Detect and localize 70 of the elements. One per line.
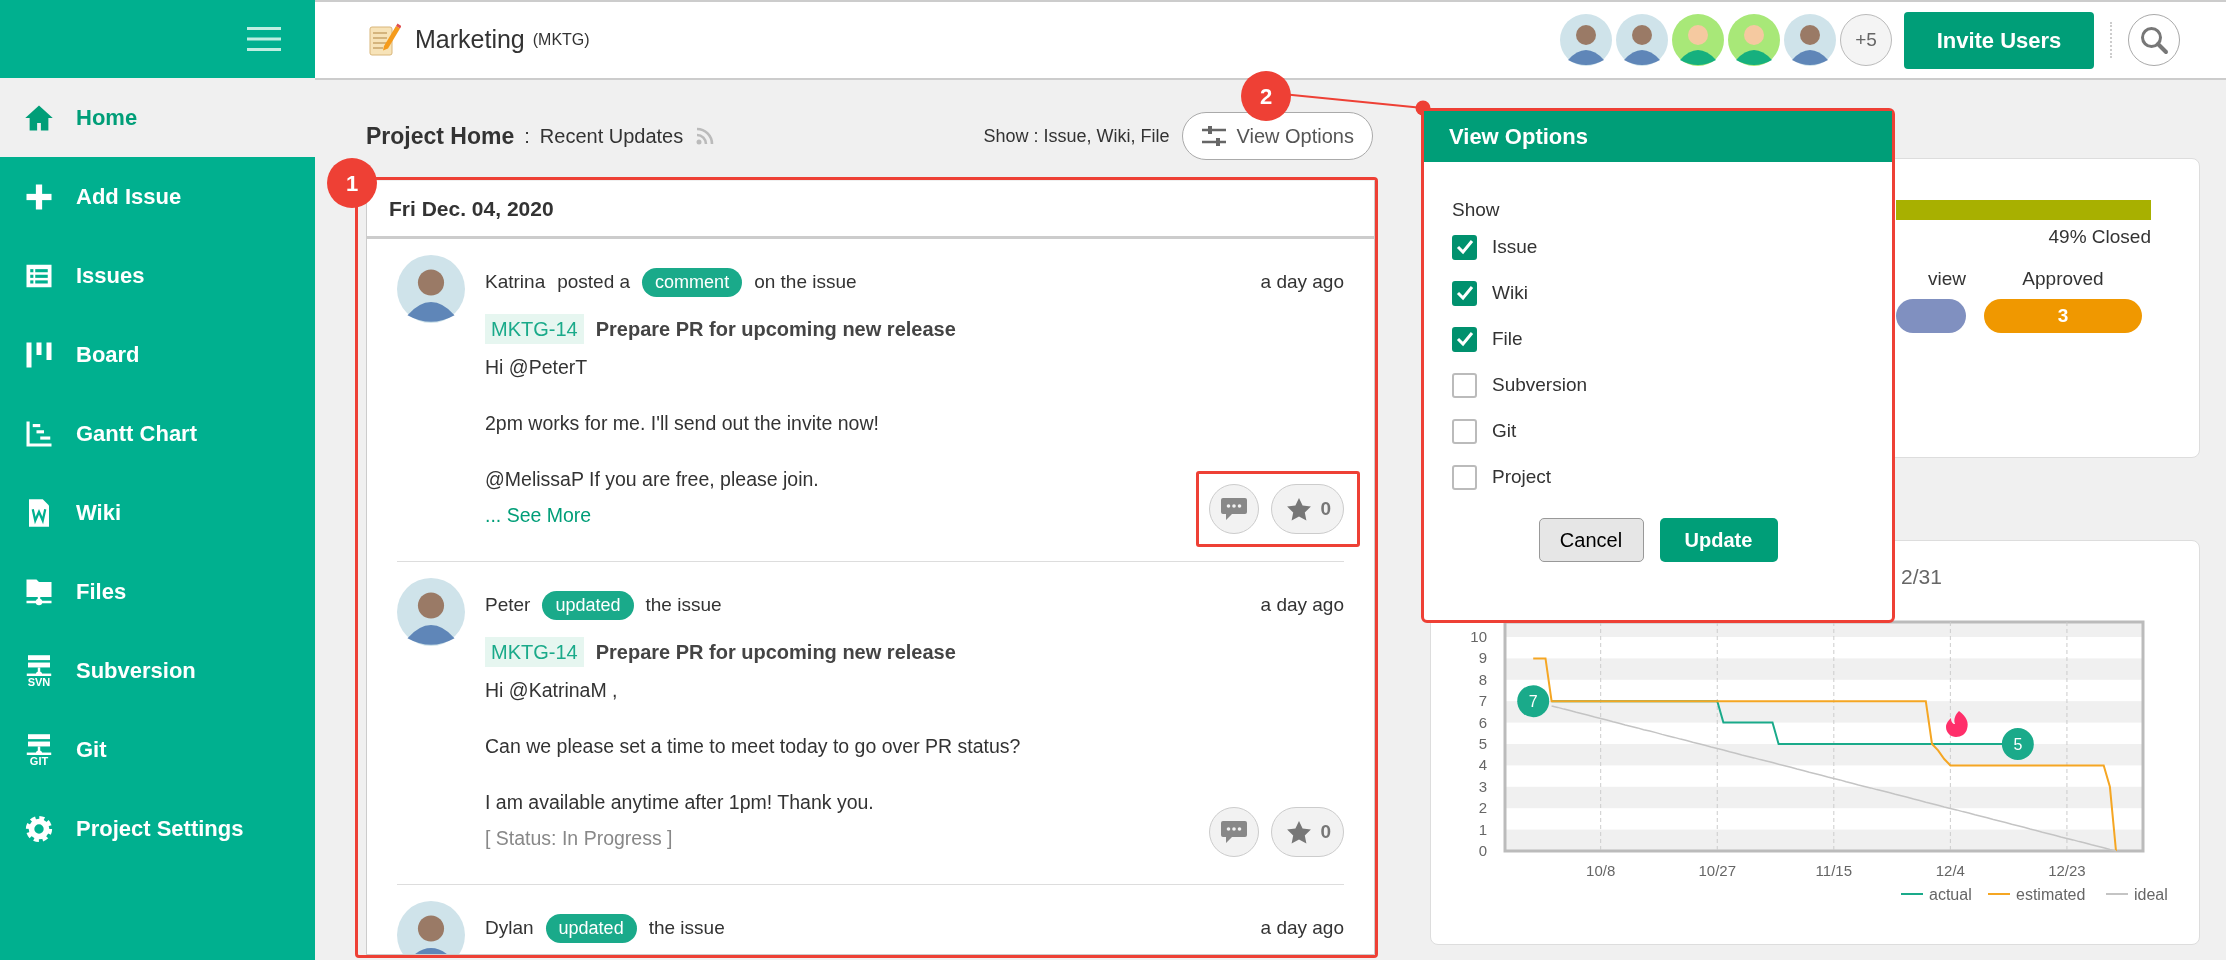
progress-label: 49% Closed	[2047, 225, 2151, 249]
status-label: view	[1927, 267, 1966, 291]
checkbox-label: Subversion	[1492, 372, 1588, 397]
filter-summary: Show : Issue, Wiki, File	[983, 124, 1170, 148]
checkbox-label: Git	[1492, 418, 1517, 443]
author-name: Katrina	[485, 269, 546, 294]
legend-label: estimated	[2016, 886, 2086, 903]
legend-item: ideal	[2105, 886, 2168, 903]
status-label: Approved	[2021, 267, 2105, 291]
checkbox-label: Issue	[1492, 234, 1538, 259]
comment-text: Hi @PeterT	[485, 355, 589, 380]
axis-label: 2	[1478, 799, 1487, 817]
axis-label: 12/4	[1935, 862, 1965, 879]
axis-label: 12/23	[2048, 862, 2086, 879]
timestamp: a day ago	[1260, 592, 1344, 617]
author-name: Peter	[485, 592, 531, 617]
issue-title: Prepare PR for upcoming new release	[595, 317, 956, 342]
author-name: Dylan	[485, 915, 534, 940]
activity-tag: updated	[542, 590, 634, 620]
checkbox-label: Wiki	[1492, 280, 1528, 305]
status-text: [ Status: In Progress ]	[485, 826, 674, 851]
activity-tag: updated	[545, 913, 637, 943]
axis-label: 4	[1478, 756, 1487, 774]
axis-label: 5	[1478, 735, 1487, 752]
axis-label: 0	[1478, 842, 1487, 859]
activity-text: on the issue	[754, 269, 857, 294]
project-key: (MKTG)	[532, 28, 590, 52]
legend-label: ideal	[2134, 886, 2168, 903]
axis-label: 7	[1478, 692, 1487, 710]
status-pill: 3	[1984, 299, 2142, 333]
icon-caption: SVN	[27, 676, 51, 688]
axis-label: 8	[1478, 670, 1487, 688]
axis-label: 9	[1478, 649, 1487, 667]
value-marker: 5	[2001, 728, 2034, 760]
page-subtitle: Recent Updates	[539, 124, 684, 149]
annotation: 7	[1528, 693, 1538, 711]
project-name: Marketing	[415, 24, 525, 56]
title-separator: :	[524, 124, 530, 149]
annotation-badge: 1	[327, 158, 377, 208]
value-marker: 7	[1517, 685, 1550, 718]
comment-text: 2pm works for me. I'll send out the invite now!	[485, 411, 880, 436]
axis-label: 10/27	[1698, 862, 1737, 879]
activity-text: posted a	[557, 269, 631, 294]
axis-label: 10/8	[1586, 862, 1616, 879]
axis-label: 1	[1478, 820, 1487, 838]
comment-text: Can we please set a time to meet today to go over PR status?	[485, 734, 1022, 759]
page-title: Project Home	[366, 121, 515, 151]
comment-text: I am available anytime after 1pm! Thank you.	[485, 790, 875, 815]
comment-text: @MelissaP If you are free, please join.	[485, 467, 820, 492]
activity-tag: comment	[642, 267, 743, 297]
timestamp: a day ago	[1260, 269, 1344, 294]
icon-caption: GIT	[29, 755, 49, 767]
activity-text: the issue	[648, 915, 725, 940]
checkbox-label: Project	[1492, 464, 1552, 489]
activity-text: the issue	[645, 592, 722, 617]
comment-text: Hi @KatrinaM ,	[485, 678, 619, 703]
legend-label: actual	[1929, 886, 1972, 903]
group-label: Show	[1452, 198, 1501, 222]
timestamp: a day ago	[1260, 915, 1344, 940]
issue-title: Prepare PR for upcoming new release	[595, 640, 956, 665]
axis-label: 3	[1478, 777, 1487, 795]
axis-label: 6	[1478, 713, 1487, 731]
axis-label: 10	[1470, 628, 1487, 645]
axis-label: 11/15	[1815, 862, 1853, 879]
annotation: 5	[2013, 735, 2023, 753]
legend-item: actual	[1900, 886, 1972, 903]
checkbox-label: File	[1492, 326, 1523, 351]
popup-title: View Options	[1424, 111, 1892, 162]
chart-title: 2/31	[1901, 565, 1942, 588]
legend-item: estimated	[1987, 886, 2086, 903]
